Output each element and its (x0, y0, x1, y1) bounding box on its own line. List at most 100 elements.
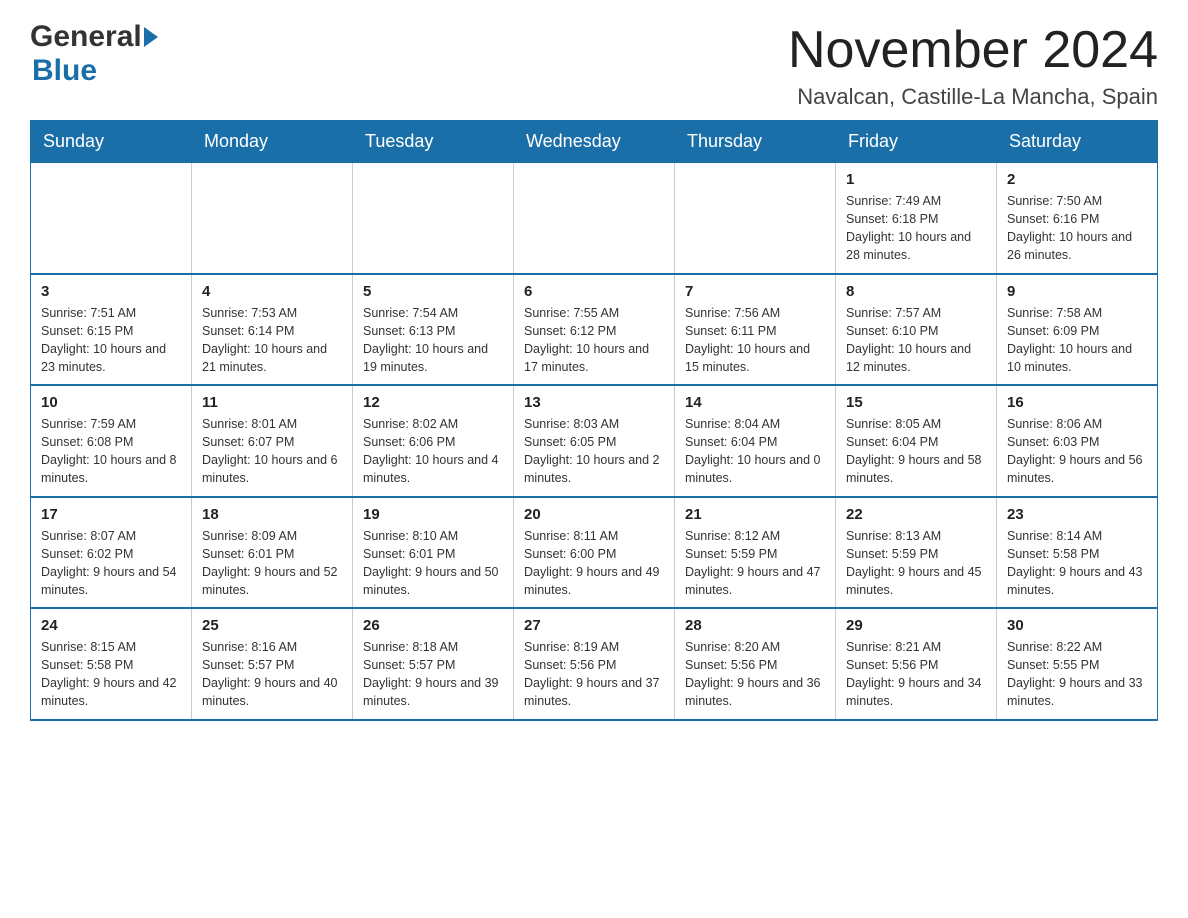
day-info: Sunrise: 8:20 AMSunset: 5:56 PMDaylight:… (685, 638, 825, 711)
calendar-cell: 2 Sunrise: 7:50 AMSunset: 6:16 PMDaylight… (997, 163, 1158, 274)
calendar-table: SundayMondayTuesdayWednesdayThursdayFrid… (30, 120, 1158, 721)
day-info: Sunrise: 7:51 AMSunset: 6:15 PMDaylight:… (41, 304, 181, 377)
day-number: 7 (685, 283, 825, 300)
calendar-cell: 15 Sunrise: 8:05 AMSunset: 6:04 PMDayligh… (836, 385, 997, 497)
calendar-cell: 11 Sunrise: 8:01 AMSunset: 6:07 PMDayligh… (192, 385, 353, 497)
calendar-cell: 5 Sunrise: 7:54 AMSunset: 6:13 PMDaylight… (353, 274, 514, 386)
day-info: Sunrise: 7:59 AMSunset: 6:08 PMDaylight:… (41, 415, 181, 488)
day-number: 30 (1007, 617, 1147, 634)
weekday-header-wednesday: Wednesday (514, 121, 675, 163)
calendar-cell: 21 Sunrise: 8:12 AMSunset: 5:59 PMDayligh… (675, 497, 836, 609)
day-info: Sunrise: 8:05 AMSunset: 6:04 PMDaylight:… (846, 415, 986, 488)
day-number: 1 (846, 171, 986, 188)
day-info: Sunrise: 7:55 AMSunset: 6:12 PMDaylight:… (524, 304, 664, 377)
weekday-header-thursday: Thursday (675, 121, 836, 163)
day-info: Sunrise: 8:07 AMSunset: 6:02 PMDaylight:… (41, 527, 181, 600)
day-info: Sunrise: 8:22 AMSunset: 5:55 PMDaylight:… (1007, 638, 1147, 711)
page-header: General Blue November 2024 Navalcan, Cas… (30, 20, 1158, 110)
calendar-cell: 1 Sunrise: 7:49 AMSunset: 6:18 PMDaylight… (836, 163, 997, 274)
day-number: 4 (202, 283, 342, 300)
calendar-cell: 22 Sunrise: 8:13 AMSunset: 5:59 PMDayligh… (836, 497, 997, 609)
day-info: Sunrise: 8:06 AMSunset: 6:03 PMDaylight:… (1007, 415, 1147, 488)
day-info: Sunrise: 7:56 AMSunset: 6:11 PMDaylight:… (685, 304, 825, 377)
day-number: 2 (1007, 171, 1147, 188)
day-number: 24 (41, 617, 181, 634)
weekday-header-friday: Friday (836, 121, 997, 163)
weekday-header-monday: Monday (192, 121, 353, 163)
day-number: 19 (363, 506, 503, 523)
day-info: Sunrise: 8:19 AMSunset: 5:56 PMDaylight:… (524, 638, 664, 711)
calendar-cell: 18 Sunrise: 8:09 AMSunset: 6:01 PMDayligh… (192, 497, 353, 609)
day-info: Sunrise: 8:03 AMSunset: 6:05 PMDaylight:… (524, 415, 664, 488)
day-info: Sunrise: 8:13 AMSunset: 5:59 PMDaylight:… (846, 527, 986, 600)
day-info: Sunrise: 8:14 AMSunset: 5:58 PMDaylight:… (1007, 527, 1147, 600)
day-number: 27 (524, 617, 664, 634)
day-number: 8 (846, 283, 986, 300)
logo-blue-text: Blue (32, 54, 97, 88)
day-number: 6 (524, 283, 664, 300)
day-number: 10 (41, 394, 181, 411)
calendar-cell: 23 Sunrise: 8:14 AMSunset: 5:58 PMDayligh… (997, 497, 1158, 609)
calendar-title: November 2024 (788, 20, 1158, 80)
calendar-week-row: 10 Sunrise: 7:59 AMSunset: 6:08 PMDayligh… (31, 385, 1158, 497)
day-info: Sunrise: 8:01 AMSunset: 6:07 PMDaylight:… (202, 415, 342, 488)
day-info: Sunrise: 8:15 AMSunset: 5:58 PMDaylight:… (41, 638, 181, 711)
logo-arrow-icon (144, 27, 158, 47)
calendar-cell (514, 163, 675, 274)
day-number: 12 (363, 394, 503, 411)
day-info: Sunrise: 8:09 AMSunset: 6:01 PMDaylight:… (202, 527, 342, 600)
weekday-header-sunday: Sunday (31, 121, 192, 163)
calendar-cell: 25Sunrise: 8:16 AMSunset: 5:57 PMDayligh… (192, 608, 353, 720)
day-number: 14 (685, 394, 825, 411)
calendar-cell (192, 163, 353, 274)
day-number: 5 (363, 283, 503, 300)
day-info: Sunrise: 8:18 AMSunset: 5:57 PMDaylight:… (363, 638, 503, 711)
day-info: Sunrise: 7:58 AMSunset: 6:09 PMDaylight:… (1007, 304, 1147, 377)
calendar-cell: 29 Sunrise: 8:21 AMSunset: 5:56 PMDayligh… (836, 608, 997, 720)
day-info: Sunrise: 8:02 AMSunset: 6:06 PMDaylight:… (363, 415, 503, 488)
day-number: 22 (846, 506, 986, 523)
day-number: 26 (363, 617, 503, 634)
logo-general-text: General (30, 20, 142, 54)
weekday-header-saturday: Saturday (997, 121, 1158, 163)
day-info: Sunrise: 7:50 AMSunset: 6:16 PMDaylight:… (1007, 192, 1147, 265)
day-info: Sunrise: 7:54 AMSunset: 6:13 PMDaylight:… (363, 304, 503, 377)
day-number: 28 (685, 617, 825, 634)
calendar-cell: 19Sunrise: 8:10 AMSunset: 6:01 PMDayligh… (353, 497, 514, 609)
day-number: 11 (202, 394, 342, 411)
calendar-cell: 28 Sunrise: 8:20 AMSunset: 5:56 PMDayligh… (675, 608, 836, 720)
calendar-week-row: 24 Sunrise: 8:15 AMSunset: 5:58 PMDayligh… (31, 608, 1158, 720)
day-info: Sunrise: 8:16 AMSunset: 5:57 PMDaylight:… (202, 638, 342, 711)
calendar-cell (675, 163, 836, 274)
calendar-cell: 4Sunrise: 7:53 AMSunset: 6:14 PMDaylight… (192, 274, 353, 386)
calendar-cell: 7 Sunrise: 7:56 AMSunset: 6:11 PMDaylight… (675, 274, 836, 386)
calendar-cell: 3 Sunrise: 7:51 AMSunset: 6:15 PMDaylight… (31, 274, 192, 386)
calendar-week-row: 1 Sunrise: 7:49 AMSunset: 6:18 PMDaylight… (31, 163, 1158, 274)
day-info: Sunrise: 8:21 AMSunset: 5:56 PMDaylight:… (846, 638, 986, 711)
weekday-header-tuesday: Tuesday (353, 121, 514, 163)
calendar-cell: 17Sunrise: 8:07 AMSunset: 6:02 PMDayligh… (31, 497, 192, 609)
calendar-cell: 27 Sunrise: 8:19 AMSunset: 5:56 PMDayligh… (514, 608, 675, 720)
day-number: 15 (846, 394, 986, 411)
day-number: 13 (524, 394, 664, 411)
day-number: 29 (846, 617, 986, 634)
calendar-cell: 26 Sunrise: 8:18 AMSunset: 5:57 PMDayligh… (353, 608, 514, 720)
day-info: Sunrise: 8:12 AMSunset: 5:59 PMDaylight:… (685, 527, 825, 600)
day-number: 23 (1007, 506, 1147, 523)
calendar-cell: 8 Sunrise: 7:57 AMSunset: 6:10 PMDaylight… (836, 274, 997, 386)
day-number: 18 (202, 506, 342, 523)
calendar-cell (353, 163, 514, 274)
day-number: 21 (685, 506, 825, 523)
day-info: Sunrise: 7:49 AMSunset: 6:18 PMDaylight:… (846, 192, 986, 265)
calendar-week-row: 17Sunrise: 8:07 AMSunset: 6:02 PMDayligh… (31, 497, 1158, 609)
title-section: November 2024 Navalcan, Castille-La Manc… (788, 20, 1158, 110)
day-info: Sunrise: 8:04 AMSunset: 6:04 PMDaylight:… (685, 415, 825, 488)
day-number: 3 (41, 283, 181, 300)
calendar-cell: 13 Sunrise: 8:03 AMSunset: 6:05 PMDayligh… (514, 385, 675, 497)
calendar-cell: 30 Sunrise: 8:22 AMSunset: 5:55 PMDayligh… (997, 608, 1158, 720)
day-info: Sunrise: 7:57 AMSunset: 6:10 PMDaylight:… (846, 304, 986, 377)
calendar-cell: 6 Sunrise: 7:55 AMSunset: 6:12 PMDaylight… (514, 274, 675, 386)
calendar-cell: 10 Sunrise: 7:59 AMSunset: 6:08 PMDayligh… (31, 385, 192, 497)
calendar-week-row: 3 Sunrise: 7:51 AMSunset: 6:15 PMDaylight… (31, 274, 1158, 386)
weekday-header-row: SundayMondayTuesdayWednesdayThursdayFrid… (31, 121, 1158, 163)
